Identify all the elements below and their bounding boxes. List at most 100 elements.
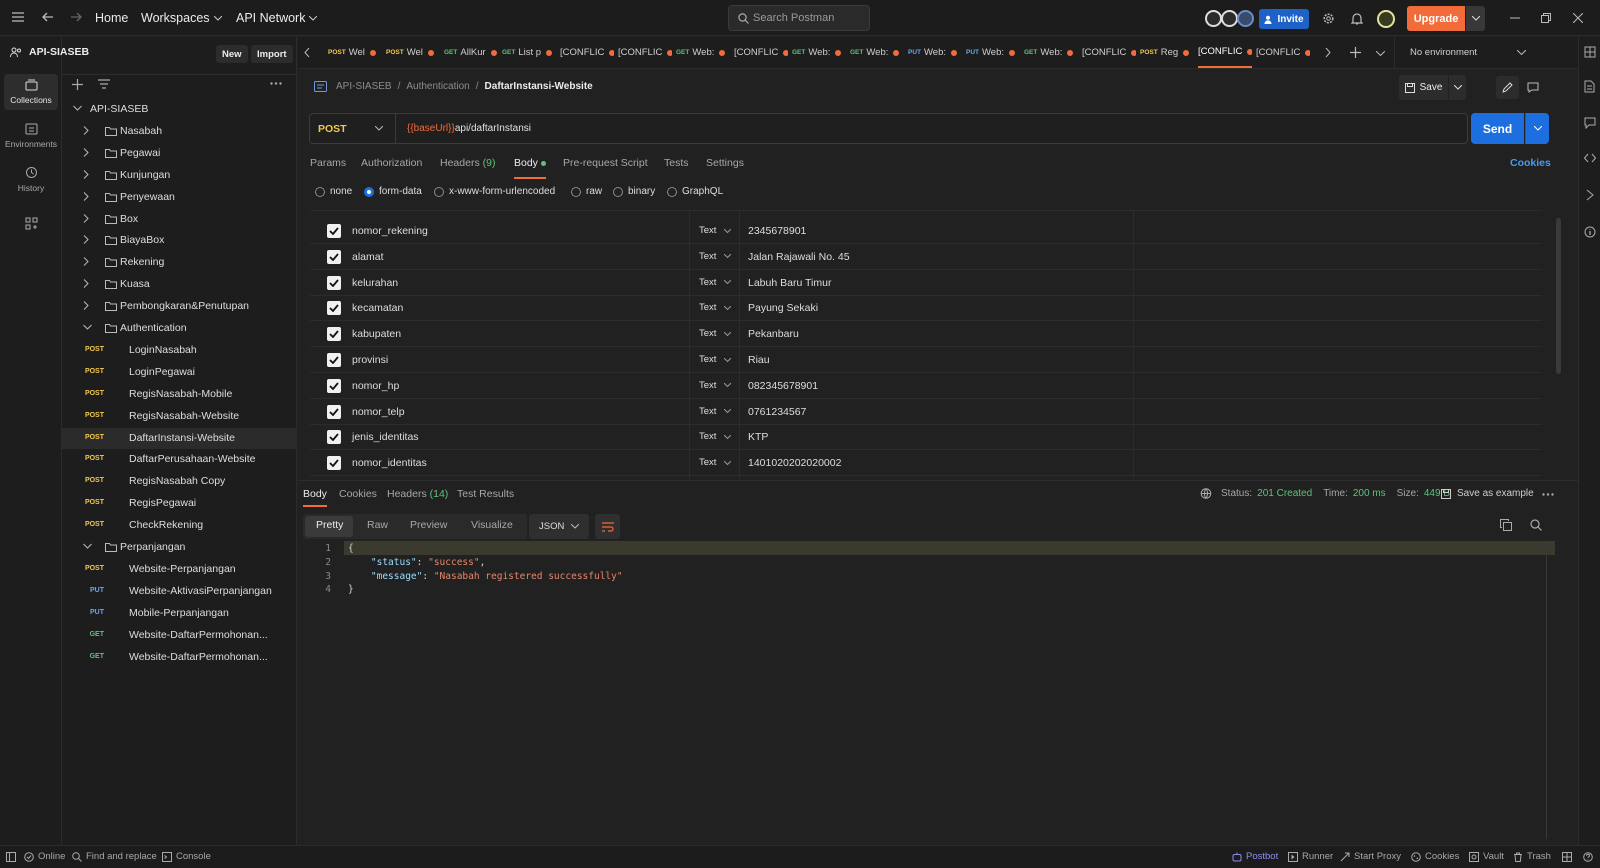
format-visualize[interactable]: Visualize	[471, 519, 513, 531]
status-value[interactable]: 201 Created	[1257, 488, 1312, 499]
request-item[interactable]: POST DaftarPerusahaan-Website	[62, 449, 297, 470]
import-button[interactable]: Import	[251, 45, 293, 63]
breadcrumb-folder[interactable]: Authentication	[406, 81, 469, 92]
chevron-down-icon[interactable]	[73, 105, 83, 115]
search-icon[interactable]	[1530, 519, 1542, 531]
request-item[interactable]: POST RegisNasabah-Mobile	[62, 384, 297, 405]
request-tab[interactable]: GET Web:	[1024, 37, 1078, 68]
row-checkbox[interactable]	[327, 353, 341, 367]
param-type-select[interactable]: Text	[699, 354, 732, 365]
folder-item[interactable]: Kunjungan	[62, 165, 297, 186]
console-button[interactable]: Console	[162, 851, 211, 862]
request-item[interactable]: POST CheckRekening	[62, 515, 297, 536]
body-type-binary[interactable]: binary	[613, 186, 655, 197]
param-key[interactable]: alamat	[352, 251, 384, 263]
request-tab[interactable]: [CONFLIC	[560, 37, 614, 68]
param-key[interactable]: provinsi	[352, 354, 388, 366]
request-item[interactable]: POST RegisPegawai	[62, 493, 297, 514]
environment-quicklook-icon[interactable]	[1584, 46, 1596, 58]
trash-button[interactable]: Trash	[1513, 851, 1551, 862]
param-value[interactable]: 0761234567	[748, 406, 806, 418]
request-tab[interactable]: [CONFLIC	[1198, 37, 1252, 68]
request-item[interactable]: POST DaftarInstansi-Website	[62, 427, 297, 449]
back-arrow-icon[interactable]	[42, 12, 54, 22]
collection-root[interactable]: API-SIASEB	[62, 99, 297, 120]
param-type-select[interactable]: Text	[699, 406, 732, 417]
param-value[interactable]: KTP	[748, 431, 768, 443]
save-as-example-button[interactable]: Save as example	[1441, 488, 1534, 499]
invite-button[interactable]: Invite	[1259, 9, 1309, 29]
cookies-link[interactable]: Cookies	[1510, 157, 1551, 169]
tab-list-chevron-icon[interactable]	[1376, 51, 1385, 56]
add-icon[interactable]	[72, 79, 83, 90]
start-proxy-button[interactable]: Start Proxy	[1340, 851, 1401, 862]
request-tab[interactable]: [CONFLIC	[618, 37, 672, 68]
search-input[interactable]: Search Postman	[728, 5, 870, 31]
row-checkbox[interactable]	[327, 430, 341, 445]
avatar[interactable]	[1205, 10, 1222, 27]
request-item[interactable]: POST LoginPegawai	[62, 362, 297, 383]
help-icon[interactable]	[1583, 852, 1593, 862]
response-tab-body[interactable]: Body	[303, 488, 327, 507]
folder-item[interactable]: Nasabah	[62, 121, 297, 142]
vault-button[interactable]: Vault	[1469, 851, 1504, 862]
param-value[interactable]: Pekanbaru	[748, 328, 799, 340]
comments-icon[interactable]	[1584, 117, 1596, 129]
param-value[interactable]: Payung Sekaki	[748, 302, 818, 314]
code-icon[interactable]	[1584, 153, 1596, 163]
body-type-none[interactable]: none	[315, 186, 352, 197]
format-raw[interactable]: Raw	[367, 519, 388, 531]
response-tab-headers[interactable]: Headers (14)	[387, 488, 448, 500]
new-button[interactable]: New	[216, 45, 248, 63]
chevron-right-icon[interactable]	[83, 147, 93, 158]
maximize-icon[interactable]	[1541, 13, 1551, 23]
forward-arrow-icon[interactable]	[70, 12, 82, 22]
param-type-select[interactable]: Text	[699, 380, 732, 391]
response-tab-cookies[interactable]: Cookies	[339, 488, 377, 500]
chevron-right-icon[interactable]	[83, 213, 93, 224]
request-item[interactable]: POST RegisNasabah Copy	[62, 471, 297, 492]
format-pretty[interactable]: Pretty	[316, 519, 343, 531]
folder-item[interactable]: BiayaBox	[62, 230, 297, 251]
param-type-select[interactable]: Text	[699, 328, 732, 339]
environment-selector[interactable]: No environment	[1402, 37, 1526, 68]
folder-item[interactable]: Pegawai	[62, 143, 297, 164]
chevron-right-icon[interactable]	[83, 279, 93, 289]
request-tab[interactable]: POST Wel	[386, 37, 440, 68]
folder-item[interactable]: Perpanjangan	[62, 537, 297, 558]
body-type-form-data[interactable]: form-data	[364, 186, 422, 197]
folder-item[interactable]: Authentication	[62, 318, 297, 339]
request-tab[interactable]: POST Reg	[1140, 37, 1194, 68]
request-tab[interactable]: PUT Web:	[966, 37, 1020, 68]
param-value[interactable]: 082345678901	[748, 380, 818, 392]
close-icon[interactable]	[1573, 13, 1583, 23]
request-item[interactable]: PUT Mobile-Perpanjangan	[62, 603, 297, 624]
language-select[interactable]: JSON	[529, 514, 589, 539]
param-type-select[interactable]: Text	[699, 277, 732, 288]
request-tab[interactable]: [CONFLIC	[1082, 37, 1136, 68]
request-tab[interactable]: GET Web:	[676, 37, 730, 68]
param-type-select[interactable]: Text	[699, 302, 732, 313]
row-checkbox[interactable]	[327, 456, 341, 471]
request-tab[interactable]: POST Wel	[328, 37, 382, 68]
param-key[interactable]: kelurahan	[352, 277, 398, 289]
hamburger-menu-icon[interactable]	[12, 12, 24, 22]
request-item[interactable]: POST Website-Perpanjangan	[62, 559, 297, 580]
upgrade-menu-button[interactable]	[1466, 6, 1485, 31]
request-tab[interactable]: PUT Web:	[908, 37, 962, 68]
param-key[interactable]: nomor_rekening	[352, 225, 428, 237]
request-tab[interactable]: GET List p	[502, 37, 556, 68]
param-key[interactable]: jenis_identitas	[352, 431, 419, 443]
row-checkbox[interactable]	[327, 301, 341, 316]
save-button[interactable]: Save	[1399, 75, 1448, 100]
param-value[interactable]: Labuh Baru Timur	[748, 277, 831, 289]
chevron-down-icon[interactable]	[83, 324, 93, 334]
chevron-right-icon[interactable]	[83, 235, 93, 245]
tab-settings[interactable]: Settings	[706, 157, 744, 169]
folder-item[interactable]: Penyewaan	[62, 187, 297, 208]
chevron-right-icon[interactable]	[83, 301, 93, 311]
chevron-right-icon[interactable]	[83, 191, 93, 202]
filter-icon[interactable]	[98, 79, 110, 89]
breadcrumb-request[interactable]: DaftarInstansi-Website	[485, 81, 593, 92]
row-checkbox[interactable]	[327, 249, 341, 264]
